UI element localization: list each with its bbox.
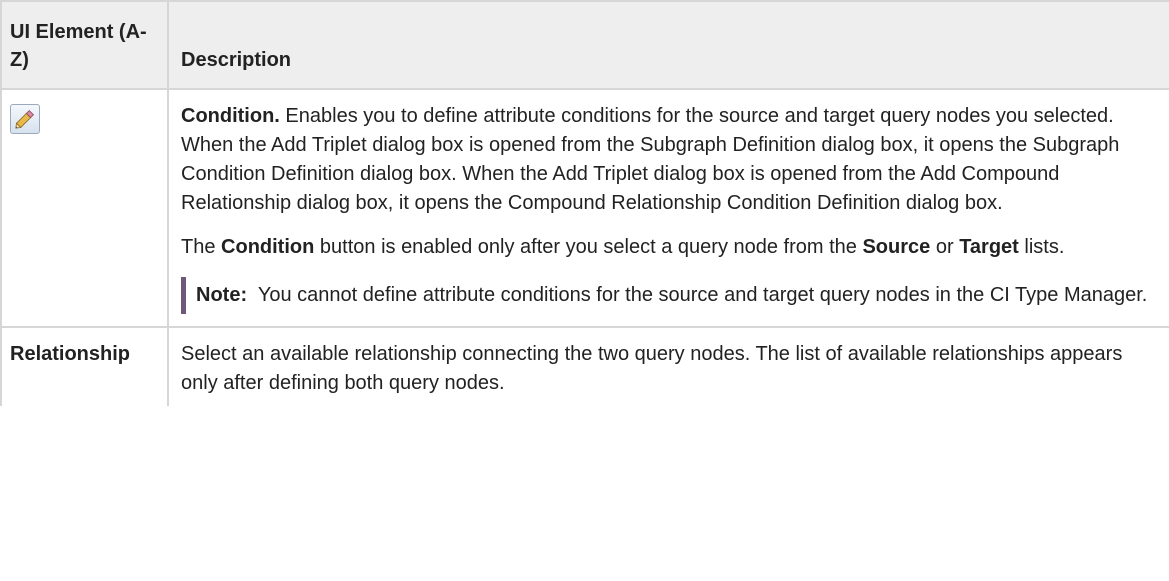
ui-element-cell xyxy=(0,88,169,328)
text-segment: lists. xyxy=(1018,236,1065,258)
relationship-description: Select an available relationship connect… xyxy=(167,326,1169,406)
ui-elements-table: UI Element (A-Z) Description Condition. … xyxy=(0,0,1169,406)
description-cell: Condition. Enables you to define attribu… xyxy=(167,88,1169,328)
target-term: Target xyxy=(959,236,1019,258)
note-body: You cannot define attribute conditions f… xyxy=(247,284,1148,306)
condition-term: Condition. xyxy=(181,105,280,127)
text-segment: button is enabled only after you select … xyxy=(314,236,863,258)
pencil-icon xyxy=(10,104,40,134)
note-text: Note: You cannot define attribute condit… xyxy=(196,281,1161,310)
table-header-row: UI Element (A-Z) Description xyxy=(0,0,1169,90)
table-row: Relationship Select an available relatio… xyxy=(0,326,1169,406)
header-description: Description xyxy=(167,0,1169,90)
note-label: Note: xyxy=(196,284,248,306)
text-segment: or xyxy=(930,236,960,258)
condition-description: Condition. Enables you to define attribu… xyxy=(181,102,1161,218)
condition-enabled-text: The Condition button is enabled only aft… xyxy=(181,233,1161,262)
ui-element-relationship: Relationship xyxy=(0,326,169,406)
header-ui-element: UI Element (A-Z) xyxy=(0,0,169,90)
note-block: Note: You cannot define attribute condit… xyxy=(181,277,1161,314)
condition-text: Enables you to define attribute conditio… xyxy=(181,105,1120,214)
text-segment: The xyxy=(181,236,222,258)
source-term: Source xyxy=(862,236,931,258)
condition-button-term: Condition xyxy=(221,236,315,258)
table-row: Condition. Enables you to define attribu… xyxy=(0,88,1169,328)
